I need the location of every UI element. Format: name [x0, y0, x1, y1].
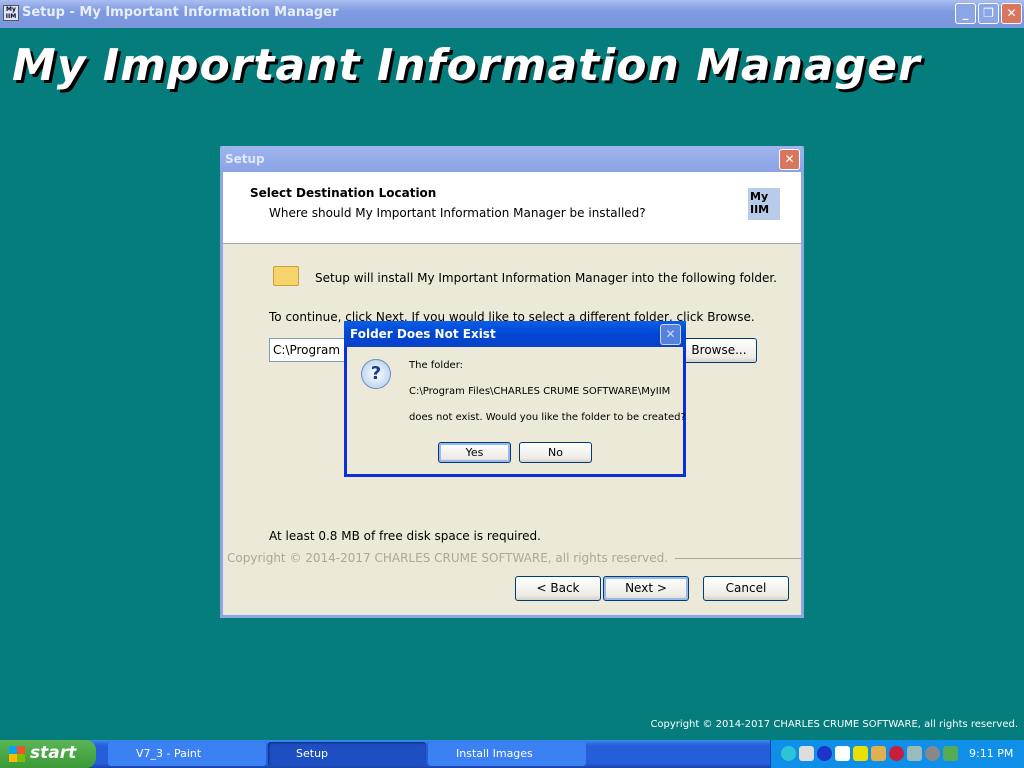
disk-space-text: At least 0.8 MB of free disk space is re…	[269, 529, 541, 543]
volume-icon[interactable]	[925, 746, 940, 761]
windows-logo-icon	[9, 746, 25, 762]
back-button[interactable]: < Back	[515, 576, 601, 601]
divider	[675, 558, 801, 559]
yes-button[interactable]: Yes	[438, 442, 511, 463]
safely-remove-icon[interactable]	[943, 746, 958, 761]
bluetooth-icon[interactable]	[817, 746, 832, 761]
dialog-line-3: does not exist. Would you like the folde…	[409, 412, 686, 423]
browse-button[interactable]: Browse...	[681, 338, 757, 363]
taskbar: start V7_3 - Paint Setup Install Images …	[0, 740, 1024, 768]
desktop-copyright: Copyright © 2014-2017 CHARLES CRUME SOFT…	[650, 719, 1018, 730]
security-icon[interactable]	[871, 746, 886, 761]
system-tray: 9:11 PM	[770, 740, 1024, 768]
no-button[interactable]: No	[519, 442, 592, 463]
folder-icon	[273, 266, 299, 286]
app-tray-icon[interactable]	[889, 746, 904, 761]
app-title-bar: My IIM Setup - My Important Information …	[0, 0, 1024, 28]
start-label: start	[30, 743, 77, 763]
page-subheading: Where should My Important Information Ma…	[269, 206, 646, 220]
dialog-close-button[interactable]: ✕	[660, 324, 681, 345]
cancel-button[interactable]: Cancel	[703, 576, 789, 601]
app-icon: My IIM	[3, 5, 19, 21]
start-button[interactable]: start	[0, 740, 96, 768]
window-title: Setup - My Important Information Manager	[22, 5, 339, 20]
next-button[interactable]: Next >	[603, 576, 689, 601]
network-icon[interactable]	[781, 746, 796, 761]
setup-title-bar: Setup ✕	[220, 146, 804, 172]
task-label: Install Images	[456, 747, 533, 760]
setup-title: Setup	[225, 152, 265, 166]
banner-title: My Important Information Manager	[12, 40, 921, 91]
antivirus-icon[interactable]	[835, 746, 850, 761]
zonealarm-icon[interactable]	[853, 746, 868, 761]
install-info: Setup will install My Important Informat…	[315, 271, 777, 285]
clock: 9:11 PM	[969, 747, 1014, 760]
display-icon[interactable]	[799, 746, 814, 761]
setup-copyright: Copyright © 2014-2017 CHARLES CRUME SOFT…	[227, 551, 669, 565]
restore-button[interactable]: ❐	[978, 3, 999, 24]
network-connections-icon[interactable]	[907, 746, 922, 761]
task-label: Setup	[296, 747, 329, 760]
page-heading: Select Destination Location	[250, 186, 437, 200]
task-paint[interactable]: V7_3 - Paint	[108, 742, 266, 766]
task-install-images[interactable]: Install Images	[428, 742, 586, 766]
task-label: V7_3 - Paint	[136, 747, 202, 760]
setup-close-button[interactable]: ✕	[779, 149, 800, 170]
dialog-line-1: The folder:	[409, 360, 463, 371]
myiim-logo: My IIM	[748, 188, 780, 220]
dialog-title-bar: Folder Does Not Exist ✕	[344, 321, 686, 347]
setup-header: Select Destination Location Where should…	[223, 172, 801, 244]
folder-dialog: Folder Does Not Exist ✕ ? The folder: C:…	[344, 321, 686, 477]
dialog-folder-path: C:\Program Files\CHARLES CRUME SOFTWARE\…	[409, 386, 671, 397]
dialog-title: Folder Does Not Exist	[350, 327, 496, 341]
close-button[interactable]: ✕	[1001, 3, 1022, 24]
task-setup[interactable]: Setup	[268, 742, 426, 766]
minimize-button[interactable]: _	[955, 3, 976, 24]
question-icon: ?	[361, 359, 391, 389]
